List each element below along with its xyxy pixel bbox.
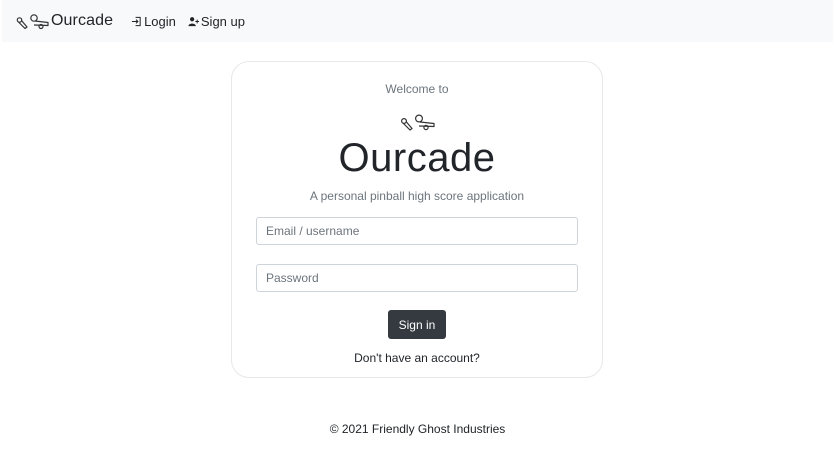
tagline: A personal pinball high score applicatio… — [309, 189, 525, 203]
email-username-input[interactable] — [256, 217, 578, 245]
signin-card: Welcome to Ourcade A personal pinball hi… — [231, 61, 603, 378]
navbar: Ourcade Login Sign up — [2, 0, 833, 42]
welcome-text: Welcome to — [385, 82, 449, 96]
password-input[interactable] — [256, 264, 578, 292]
brand-name: Ourcade — [51, 12, 114, 29]
no-account-link[interactable]: Don't have an account? — [232, 351, 602, 365]
brand-link[interactable]: Ourcade — [14, 12, 113, 30]
login-icon — [131, 16, 141, 26]
nav-signup-label: Sign up — [200, 13, 245, 29]
pinball-flippers-icon — [16, 14, 49, 30]
user-plus-icon — [188, 16, 199, 26]
sign-in-button[interactable]: Sign in — [388, 310, 446, 339]
hero-title: Ourcade — [338, 136, 496, 180]
nav-login-link[interactable]: Login — [131, 14, 176, 29]
nav-login-label: Login — [144, 13, 176, 29]
nav-links: Login Sign up — [131, 14, 257, 29]
pinball-flippers-icon — [400, 114, 435, 131]
footer-copyright: © 2021 Friendly Ghost Industries — [329, 422, 506, 436]
nav-signup-link[interactable]: Sign up — [188, 14, 245, 29]
